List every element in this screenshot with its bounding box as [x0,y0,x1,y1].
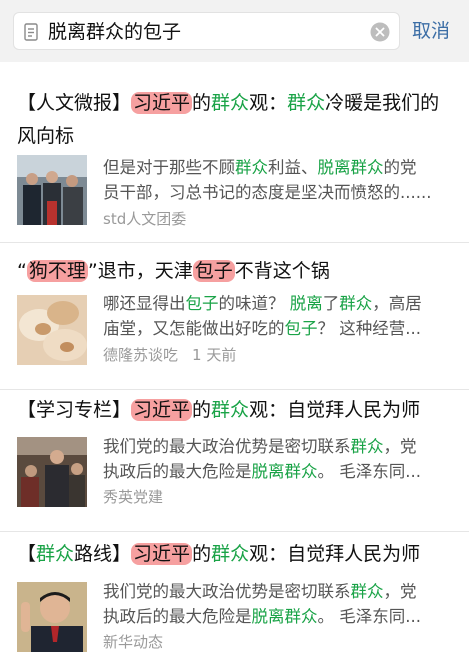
snippet-line: 执政后的最大危险是脱离群众。 毛泽东同... [103,604,448,629]
cancel-button[interactable]: 取消 [412,18,450,44]
result-snippet: 我们党的最大政治优势是密切联系群众，党 执政后的最大危险是脱离群众。 毛泽东同.… [103,434,448,484]
timestamp: 1 天前 [192,346,237,364]
keyword-match: 包子 [284,319,318,338]
text-segment: “ [17,260,27,282]
search-bar: 脱离群众的包子 取消 [0,0,469,62]
document-search-icon [24,23,38,41]
keyword-match: 脱离群众 [251,607,318,626]
keyword-highlight: 习近平 [131,543,193,565]
text-segment: 庙堂，又怎能做出好吃的 [103,319,285,338]
text-segment: 观：自觉拜人民为师 [249,399,421,421]
snippet-line: 哪还显得出包子的味道？ 脱离了群众，高居 [103,291,448,316]
result-item[interactable]: “狗不理 ”退市，天津 包子 不背这个锅 哪还显得出包子的味道？ 脱离了群众，高居 庙… [0,243,469,390]
result-item[interactable]: 【学习专栏】 习近平 的群众观：自觉拜人民为师 我们党的最大政治优势是密切联系群众，… [0,390,469,532]
source-name: 新华动态 [103,633,164,651]
text-segment: 哪还显得出 [103,294,186,313]
keyword-match: 群众 [287,92,326,114]
keyword-highlight: 包子 [192,260,235,282]
text-segment: 。 毛泽东同... [317,607,421,626]
thumbnail-image [17,437,87,507]
clear-circle-icon[interactable] [370,22,390,42]
source-name: 德隆苏谈吃 [103,346,179,364]
keyword-match: 群众 [211,92,250,114]
result-title[interactable]: “狗不理 ”退市，天津 包子 不背这个锅 [17,255,457,288]
result-meta: 新华动态 [103,631,163,653]
result-title[interactable]: 【群众路线】 习近平 的群众观：自觉拜人民为师 [17,538,457,571]
text-segment: 的味道？ [218,294,290,313]
text-segment: 但是对于那些不顾 [103,158,235,177]
keyword-match: 群众 [211,399,250,421]
text-segment: 的 [192,399,212,421]
thumbnail-image [17,155,87,225]
text-segment: 的 [192,543,212,565]
keyword-match: 群众 [350,582,384,601]
text-segment: 的 [192,92,212,114]
result-meta: 德隆苏谈吃 1 天前 [103,344,236,366]
text-segment: 。 毛泽东同... [317,462,421,481]
thumbnail-image [17,582,87,652]
result-meta: 秀英党建 [103,486,163,508]
text-segment: 观： [249,92,288,114]
result-title[interactable]: 【人文微报】 习近平 的群众观：群众冷暖是我们的风向标 [17,87,457,153]
text-segment: 【 [17,543,37,565]
result-item[interactable]: 【群众路线】 习近平 的群众观：自觉拜人民为师 我们党的最大政治优势是密切联系群众，… [0,532,469,671]
text-segment: 不背这个锅 [234,260,330,282]
text-segment: 员干部，习总书记的态度是坚决而愤怒的...... [103,183,432,202]
snippet-line: 员干部，习总书记的态度是坚决而愤怒的...... [103,180,448,205]
keyword-highlight: 习近平 [131,92,193,114]
thumbnail-image [17,295,87,365]
keyword-match: 脱离群众 [251,462,318,481]
text-segment: 我们党的最大政治优势是密切联系 [103,437,351,456]
text-segment: 的党 [383,158,417,177]
text-segment: ，党 [383,582,417,601]
keyword-match: 包子 [185,294,219,313]
snippet-line: 我们党的最大政治优势是密切联系群众，党 [103,579,448,604]
keyword-match: 群众 [235,158,268,177]
text-segment: 执政后的最大危险是 [103,607,252,626]
result-snippet: 我们党的最大政治优势是密切联系群众，党 执政后的最大危险是脱离群众。 毛泽东同.… [103,579,448,629]
text-segment: 利益、 [268,158,318,177]
keyword-match: 群众 [339,294,373,313]
snippet-line: 但是对于那些不顾群众利益、脱离群众的党 [103,155,448,180]
keyword-match: 脱离群众 [317,158,384,177]
keyword-highlight: 狗不理 [26,260,88,282]
text-segment: 【人文微报】 [17,92,132,114]
result-snippet: 但是对于那些不顾群众利益、脱离群众的党 员干部，习总书记的态度是坚决而愤怒的..… [103,155,448,205]
search-box[interactable]: 脱离群众的包子 [13,12,400,50]
keyword-match: 脱离 [289,294,323,313]
text-segment: 【学习专栏】 [17,399,132,421]
text-segment: ”退市，天津 [87,260,193,282]
keyword-match: 群众 [350,437,384,456]
search-input[interactable]: 脱离群众的包子 [48,19,181,45]
keyword-highlight: 习近平 [131,399,193,421]
result-item[interactable]: 【人文微报】 习近平 的群众观：群众冷暖是我们的风向标 但是对于那些不顾群众利益、脱… [0,79,469,243]
keyword-match: 群众 [36,543,75,565]
text-segment: ，高居 [372,294,422,313]
source-name: 秀英党建 [103,488,164,506]
text-segment: 观：自觉拜人民为师 [249,543,421,565]
result-meta: std人文团委 [103,208,186,230]
snippet-line: 庙堂，又怎能做出好吃的包子？ 这种经营... [103,316,448,341]
text-segment: 了 [322,294,340,313]
text-segment: ，党 [383,437,417,456]
snippet-line: 执政后的最大危险是脱离群众。 毛泽东同... [103,459,448,484]
text-segment: 执政后的最大危险是 [103,462,252,481]
result-snippet: 哪还显得出包子的味道？ 脱离了群众，高居 庙堂，又怎能做出好吃的包子？ 这种经营… [103,291,448,341]
source-name: std人文团委 [103,210,187,228]
keyword-match: 群众 [211,543,250,565]
result-title[interactable]: 【学习专栏】 习近平 的群众观：自觉拜人民为师 [17,394,457,427]
text-segment: ？ 这种经营... [317,319,421,338]
snippet-line: 我们党的最大政治优势是密切联系群众，党 [103,434,448,459]
text-segment: 我们党的最大政治优势是密切联系 [103,582,351,601]
text-segment: 路线】 [74,543,132,565]
